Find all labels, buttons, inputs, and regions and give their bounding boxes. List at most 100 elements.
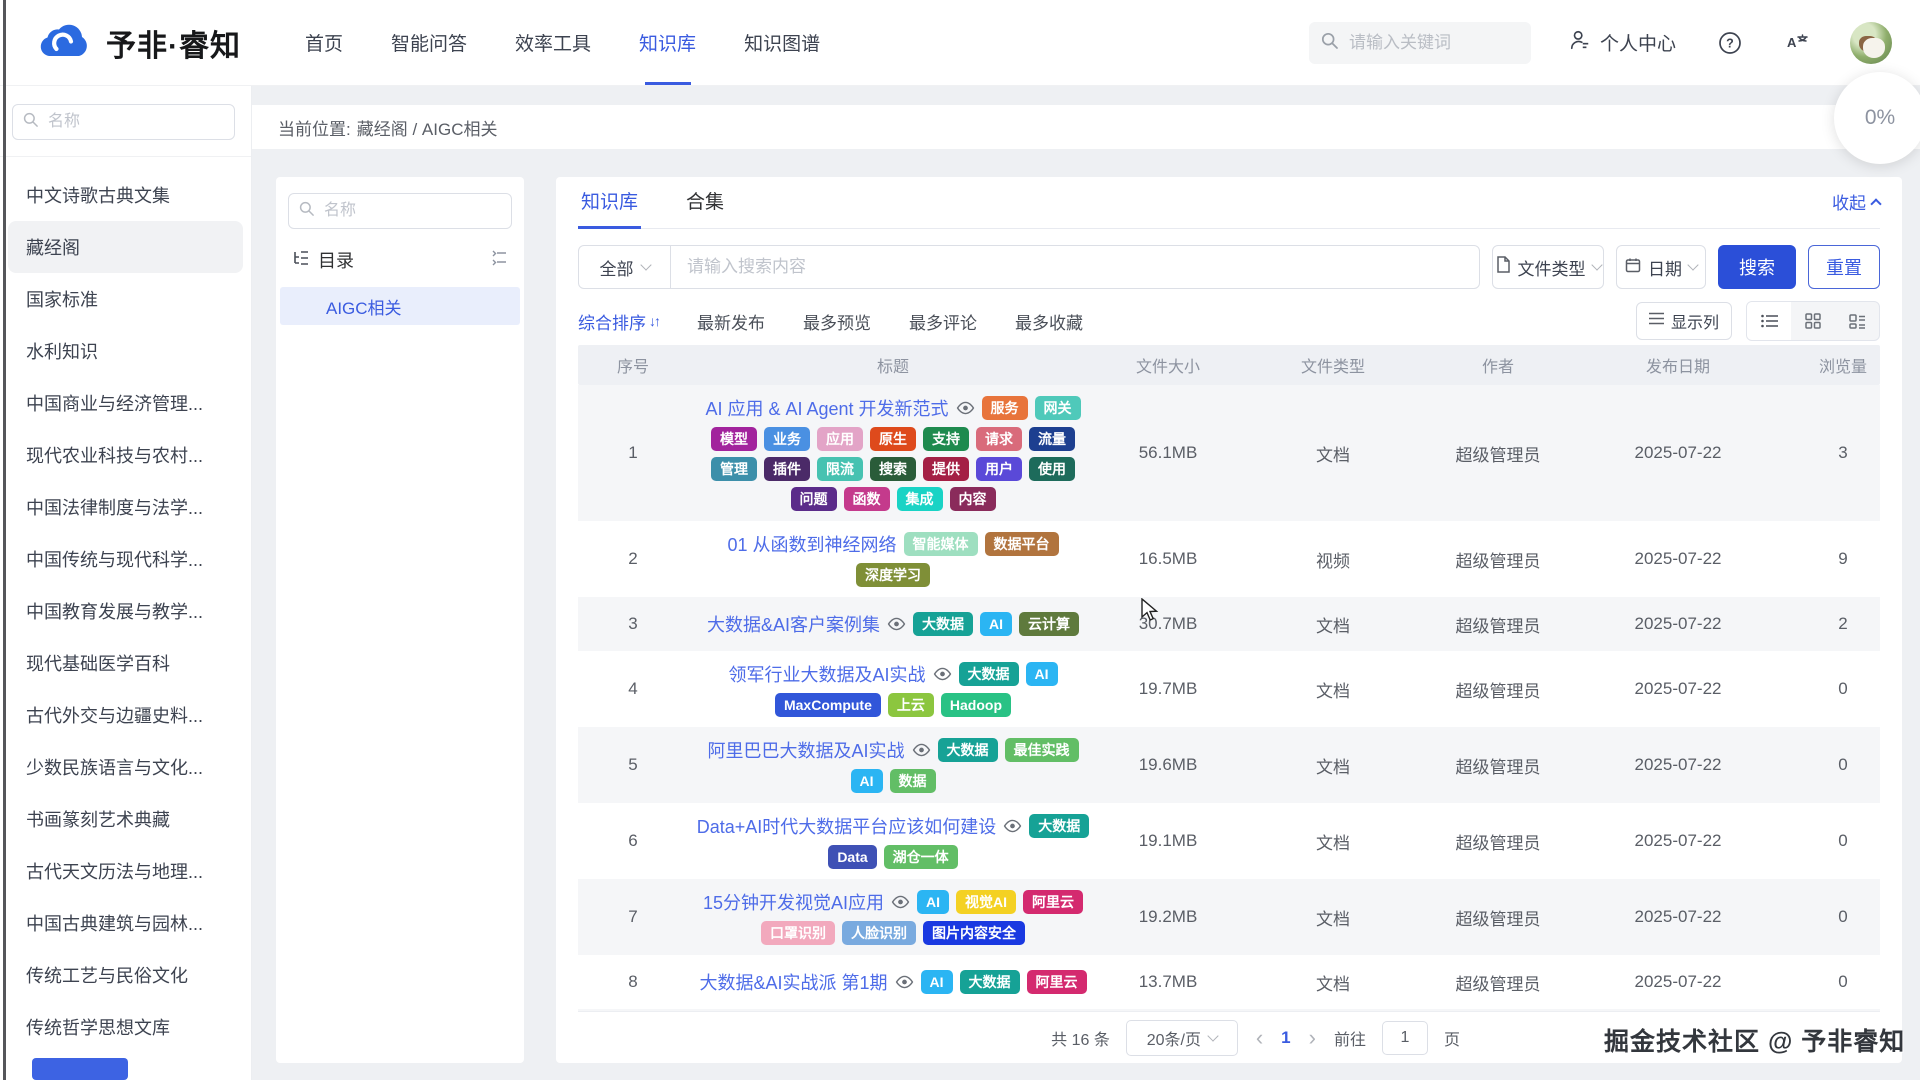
- scope-select[interactable]: 全部: [579, 246, 671, 288]
- column-header: 文件大小: [1098, 353, 1238, 377]
- page-size-select[interactable]: 20条/页: [1126, 1020, 1238, 1056]
- sort-option[interactable]: 最多评论: [909, 309, 977, 334]
- sidebar-item[interactable]: 中国法律制度与法学...: [8, 481, 243, 533]
- sidebar-item[interactable]: 中文诗歌古典文集: [8, 169, 243, 221]
- document-link[interactable]: 大数据&AI实战派 第1期: [699, 969, 887, 995]
- tag: 内容: [950, 487, 996, 511]
- card-view-button[interactable]: [1835, 302, 1879, 340]
- list-view-button[interactable]: [1747, 302, 1791, 340]
- row-file-size: 56.1MB: [1098, 443, 1238, 463]
- breadcrumb-label: 当前位置:: [278, 115, 351, 140]
- document-link[interactable]: 领军行业大数据及AI实战: [728, 661, 925, 687]
- row-file-size: 30.7MB: [1098, 614, 1238, 634]
- nav-item-smart-qa[interactable]: 智能问答: [367, 0, 491, 85]
- top-navbar: 予非·睿知 首页智能问答效率工具知识库知识图谱 个人中心 ? A: [0, 0, 1920, 86]
- row-publish-date: 2025-07-22: [1568, 443, 1788, 463]
- tag: 网关: [1035, 396, 1081, 420]
- mouse-cursor: [1140, 598, 1162, 627]
- sidebar-item[interactable]: 传统工艺与民俗文化: [8, 949, 243, 1001]
- avatar[interactable]: [1850, 22, 1892, 64]
- content-search[interactable]: [671, 246, 1479, 288]
- document-link[interactable]: 阿里巴巴大数据及AI实战: [707, 737, 904, 763]
- tree-item[interactable]: AIGC相关: [280, 287, 520, 325]
- collapse-all-icon[interactable]: [490, 249, 508, 272]
- reset-button[interactable]: 重置: [1808, 245, 1880, 289]
- filter-bar: 全部 文件类型 日期 搜索: [578, 245, 1880, 289]
- sidebar-item[interactable]: 中国商业与经济管理...: [8, 377, 243, 429]
- sidebar-item[interactable]: 中国古典建筑与园林...: [8, 897, 243, 949]
- sidebar-item[interactable]: 国家标准: [8, 273, 243, 325]
- sidebar-item[interactable]: 中国教育发展与教学...: [8, 585, 243, 637]
- row-file-size: 19.6MB: [1098, 755, 1238, 775]
- scope-value: 全部: [600, 255, 634, 280]
- tag: 管理: [711, 457, 757, 481]
- sidebar-item[interactable]: 中国传统与现代科学...: [8, 533, 243, 585]
- date-label: 日期: [1648, 255, 1682, 280]
- document-link[interactable]: Data+AI时代大数据平台应该如何建设: [697, 813, 997, 839]
- display-columns-button[interactable]: 显示列: [1636, 302, 1732, 340]
- directory-search-input[interactable]: [322, 201, 501, 221]
- progress-ball[interactable]: 0%: [1834, 72, 1920, 164]
- tab-collections[interactable]: 合集: [683, 187, 727, 228]
- sort-option[interactable]: 最多预览: [803, 309, 871, 334]
- column-header: 作者: [1428, 353, 1568, 377]
- sidebar-item[interactable]: 古代天文历法与地理...: [8, 845, 243, 897]
- eye-icon: [891, 895, 910, 909]
- chevron-down-icon: [1687, 259, 1698, 270]
- search-button[interactable]: 搜索: [1718, 245, 1796, 289]
- sidebar-item[interactable]: 少数民族语言与文化...: [8, 741, 243, 793]
- sort-option[interactable]: 综合排序↓↑: [578, 309, 659, 334]
- row-file-size: 19.7MB: [1098, 679, 1238, 699]
- tag: 大数据: [959, 662, 1019, 686]
- document-link[interactable]: 大数据&AI客户案例集: [707, 611, 880, 637]
- sidebar-item[interactable]: 藏经阁: [8, 221, 243, 273]
- tree-icon: [292, 249, 310, 272]
- file-type-select[interactable]: 文件类型: [1492, 245, 1604, 289]
- directory-title: 目录: [318, 247, 354, 273]
- tag: 大数据: [938, 738, 998, 762]
- user-center-link[interactable]: 个人中心: [1569, 29, 1676, 57]
- sidebar-item[interactable]: 水利知识: [8, 325, 243, 377]
- search-icon: [299, 201, 314, 221]
- sidebar-item[interactable]: 传统哲学思想文库: [8, 1001, 243, 1053]
- tag: Hadoop: [941, 693, 1011, 717]
- global-search-input[interactable]: [1347, 32, 1519, 54]
- user-center-label: 个人中心: [1600, 29, 1676, 56]
- next-page-button[interactable]: ›: [1307, 1027, 1318, 1049]
- language-switch-icon[interactable]: A: [1784, 31, 1810, 55]
- content-search-input[interactable]: [685, 256, 1465, 278]
- tab-knowledge-base[interactable]: 知识库: [578, 187, 641, 228]
- document-link[interactable]: 15分钟开发视觉AI应用: [703, 889, 884, 915]
- display-columns-label: 显示列: [1671, 309, 1719, 333]
- row-seq: 7: [578, 907, 688, 927]
- current-page[interactable]: 1: [1281, 1028, 1290, 1048]
- sidebar-search-input[interactable]: [46, 112, 224, 132]
- sidebar-item[interactable]: 书画篆刻艺术典藏: [8, 793, 243, 845]
- tag: 大数据: [913, 612, 973, 636]
- document-link[interactable]: AI 应用 & AI Agent 开发新范式: [705, 395, 948, 421]
- nav-item-efficiency-tools[interactable]: 效率工具: [491, 0, 615, 85]
- tag: 原生: [870, 427, 916, 451]
- tag: 大数据: [960, 970, 1020, 994]
- global-search[interactable]: [1309, 22, 1531, 64]
- document-link[interactable]: 01 从函数到神经网络: [727, 531, 896, 557]
- nav-item-knowledge-graph[interactable]: 知识图谱: [720, 0, 844, 85]
- sidebar-item[interactable]: 古代外交与边疆史料...: [8, 689, 243, 741]
- row-title-cell: 15分钟开发视觉AI应用AI视觉AI阿里云口罩识别人脸识别图片内容安全: [688, 879, 1098, 955]
- goto-page-input[interactable]: [1382, 1021, 1428, 1055]
- tag: AI: [917, 890, 949, 914]
- sidebar-item[interactable]: 现代基础医学百科: [8, 637, 243, 689]
- collapse-filters-link[interactable]: 收起: [1832, 189, 1880, 228]
- date-select[interactable]: 日期: [1616, 245, 1706, 289]
- sort-option[interactable]: 最多收藏: [1015, 309, 1083, 334]
- grid-view-button[interactable]: [1791, 302, 1835, 340]
- nav-item-knowledge-base[interactable]: 知识库: [615, 0, 720, 85]
- sort-option[interactable]: 最新发布: [697, 309, 765, 334]
- prev-page-button[interactable]: ‹: [1254, 1027, 1265, 1049]
- tag: 搜索: [870, 457, 916, 481]
- sidebar-search[interactable]: [12, 104, 235, 140]
- sidebar-item[interactable]: 现代农业科技与农村...: [8, 429, 243, 481]
- directory-search[interactable]: [288, 193, 512, 229]
- help-icon[interactable]: ?: [1718, 31, 1742, 55]
- nav-item-home[interactable]: 首页: [281, 0, 367, 85]
